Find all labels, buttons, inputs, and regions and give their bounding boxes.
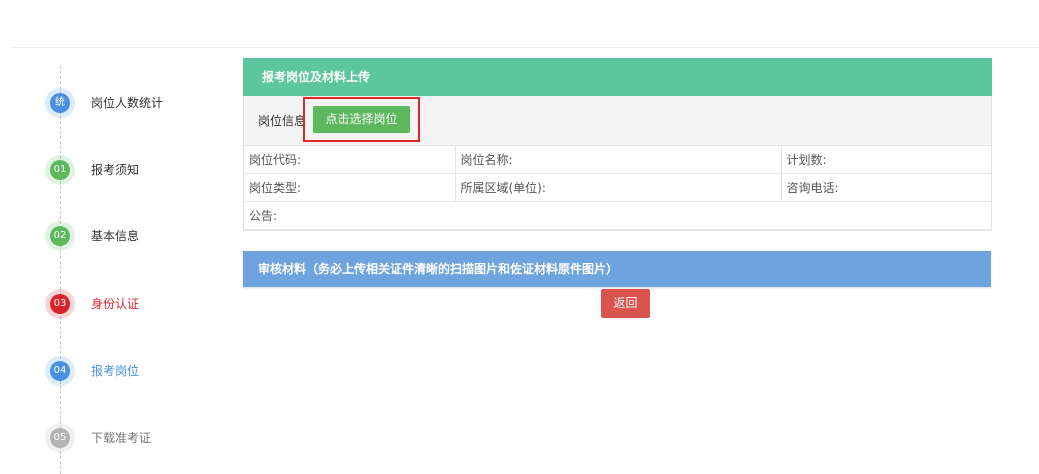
step-label-identity: 身份认证 (91, 297, 140, 311)
panel-title: 报考岗位及材料上传 (243, 58, 992, 96)
step-connector-line (60, 66, 61, 474)
step-label-notice: 报考须知 (91, 163, 140, 177)
step-badge-apply-post: 04 (45, 356, 75, 386)
post-name-cell: 岗位名称: (454, 146, 782, 174)
step-label-admission-ticket: 下载准考证 (91, 431, 152, 445)
post-info-label: 岗位信息 (258, 114, 307, 128)
step-identity[interactable]: 03 身份认证 (45, 289, 225, 319)
plan-count-cell: 计划数: (780, 146, 991, 174)
step-badge-notice: 01 (45, 155, 75, 185)
step-headcount[interactable]: 统 岗位人数统计 (45, 88, 225, 118)
step-label-apply-post: 报考岗位 (91, 364, 140, 378)
table-row: 岗位类型: 所属区域(单位): 咨询电话: (244, 173, 991, 202)
back-button[interactable]: 返回 (601, 289, 650, 318)
step-sidebar: 统 岗位人数统计 01 报考须知 02 基本信息 03 身份认证 04 报考岗位… (0, 0, 230, 474)
region-cell: 所属区域(单位): (454, 173, 782, 202)
phone-cell: 咨询电话: (780, 173, 991, 202)
post-code-cell: 岗位代码: (244, 146, 456, 174)
post-info-bar: 岗位信息 点击选择岗位 (244, 96, 991, 146)
table-row: 岗位代码: 岗位名称: 计划数: (244, 146, 991, 174)
step-badge-identity: 03 (45, 289, 75, 319)
step-basic-info[interactable]: 02 基本信息 (45, 221, 225, 251)
table-row: 公告: (244, 201, 991, 230)
step-badge-headcount: 统 (45, 88, 75, 118)
step-label-headcount: 岗位人数统计 (91, 96, 164, 110)
step-apply-post[interactable]: 04 报考岗位 (45, 356, 225, 386)
post-upload-panel: 报考岗位及材料上传 岗位信息 点击选择岗位 岗位代码: 岗位名称: 计划数: 岗… (243, 58, 992, 231)
step-notice[interactable]: 01 报考须知 (45, 155, 225, 185)
step-admission-ticket[interactable]: 05 下载准考证 (45, 423, 225, 453)
step-label-basic-info: 基本信息 (91, 229, 140, 243)
step-badge-basic-info: 02 (45, 221, 75, 251)
post-info-table: 岗位代码: 岗位名称: 计划数: 岗位类型: 所属区域(单位): 咨询电话: 公… (244, 146, 991, 230)
step-badge-admission-ticket: 05 (45, 423, 75, 453)
highlight-annotation (303, 97, 420, 142)
post-type-cell: 岗位类型: (244, 173, 456, 202)
notice-cell: 公告: (244, 201, 991, 230)
review-materials-header: 审核材料（务必上传相关证件清晰的扫描图片和佐证材料原件图片） (243, 251, 991, 287)
